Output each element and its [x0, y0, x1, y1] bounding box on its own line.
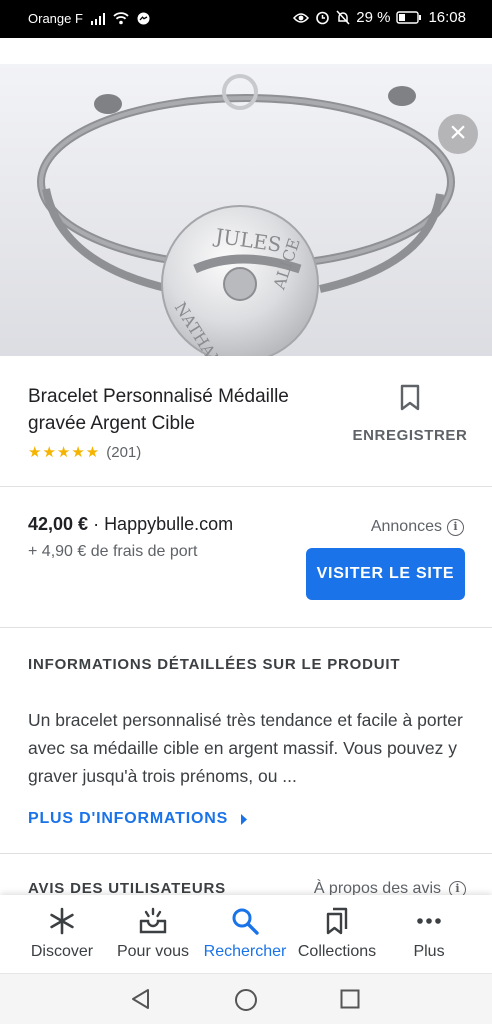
review-count: (201) — [106, 443, 142, 461]
recents-icon[interactable] — [340, 989, 360, 1009]
divider — [0, 853, 492, 854]
asterisk-icon — [50, 907, 74, 935]
product-image-carousel[interactable]: JULES NATHAN ALICE × — [0, 64, 492, 356]
alarm-icon — [316, 11, 330, 25]
mute-bell-icon — [336, 10, 350, 25]
sheet-handle-area — [0, 38, 492, 64]
messenger-icon — [137, 12, 150, 25]
divider — [0, 627, 492, 628]
save-button[interactable]: ENREGISTRER — [350, 384, 470, 444]
seller-name: Happybulle.com — [104, 514, 234, 534]
nav-rechercher[interactable]: Rechercher — [196, 895, 294, 973]
nav-collections[interactable]: Collections — [288, 895, 386, 973]
divider — [0, 486, 492, 487]
visit-site-button[interactable]: VISITER LE SITE — [306, 548, 465, 600]
details-heading: INFORMATIONS DÉTAILLÉES SUR LE PRODUIT — [28, 656, 401, 673]
price-separator: · — [88, 514, 105, 534]
nav-discover[interactable]: Discover — [13, 895, 111, 973]
product-rating[interactable]: ★★★★★ (201) — [28, 443, 348, 462]
nav-label: Collections — [297, 943, 377, 960]
more-dots-icon — [417, 918, 441, 924]
price-line: 42,00 € · Happybulle.com — [28, 514, 233, 535]
save-label: ENREGISTRER — [352, 427, 468, 444]
info-icon: i — [447, 518, 464, 536]
battery-icon — [396, 11, 422, 24]
product-title: Bracelet Personnalisé Médaille gravée Ar… — [28, 386, 289, 434]
nav-label: Rechercher — [203, 943, 287, 960]
status-bar: Orange F 29 % 16:08 — [0, 0, 492, 38]
search-icon — [232, 908, 259, 935]
back-icon[interactable] — [130, 988, 152, 1010]
offer-info: 42,00 € · Happybulle.com + 4,90 € de fra… — [28, 514, 233, 561]
bottom-navigation: Discover Pour vous Rechercher Collection… — [0, 895, 492, 973]
home-icon[interactable] — [234, 988, 258, 1012]
wifi-icon — [113, 12, 129, 25]
details-description: Un bracelet personnalisé très tendance e… — [28, 710, 463, 786]
more-info-link[interactable]: PLUS D'INFORMATIONS — [28, 810, 248, 828]
nav-plus[interactable]: Plus — [380, 895, 478, 973]
shipping-cost: + 4,90 € de frais de port — [28, 543, 198, 560]
signal-icon — [90, 12, 105, 25]
more-info-label: PLUS D'INFORMATIONS — [28, 810, 229, 827]
product-header: Bracelet Personnalisé Médaille gravée Ar… — [28, 383, 348, 461]
inbox-sparkle-icon — [139, 907, 167, 934]
nav-label: Plus — [413, 943, 445, 960]
nav-label: Discover — [30, 943, 94, 960]
close-icon: × — [449, 116, 467, 149]
collections-bookmark-icon — [326, 907, 348, 935]
eye-icon — [293, 12, 310, 23]
bookmark-icon — [400, 384, 420, 411]
system-navigation-bar — [0, 973, 492, 1024]
chevron-right-icon — [241, 813, 248, 825]
nav-pour-vous[interactable]: Pour vous — [104, 895, 202, 973]
price: 42,00 € — [28, 514, 89, 534]
clock-time: 16:08 — [428, 9, 466, 26]
ads-label: Annonces — [370, 518, 442, 535]
close-button[interactable]: × — [438, 114, 478, 154]
ads-disclosure[interactable]: Annonces i — [371, 518, 464, 536]
battery-percent: 29 % — [356, 9, 391, 26]
product-image: JULES NATHAN ALICE — [0, 64, 492, 356]
rating-stars: ★★★★★ — [28, 444, 101, 461]
nav-label: Pour vous — [116, 943, 190, 960]
carrier-name: Orange F — [28, 11, 83, 26]
